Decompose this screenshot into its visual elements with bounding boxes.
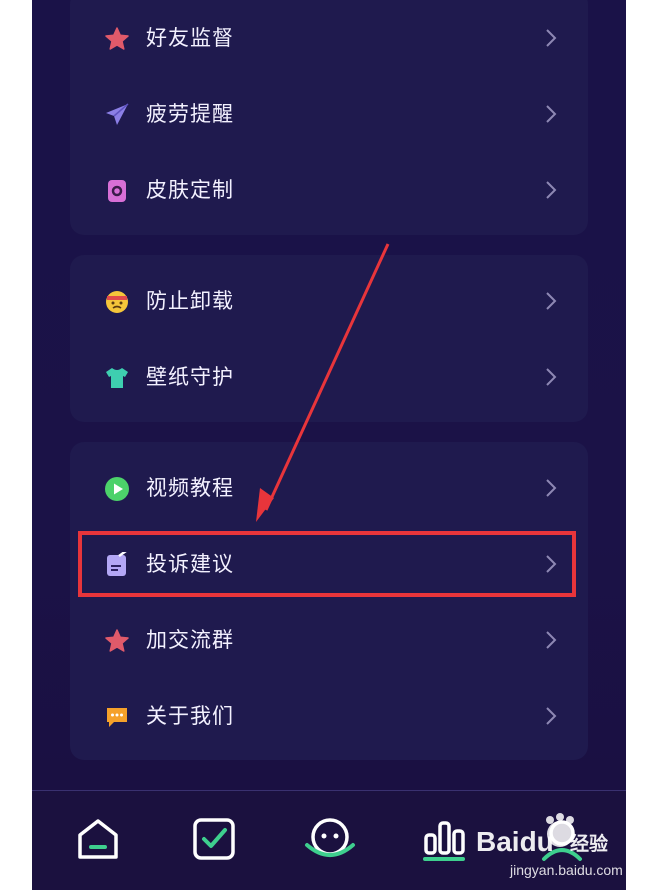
profile-icon[interactable] (538, 815, 586, 863)
chevron-right-icon (544, 367, 558, 387)
phone-screen: 好友监督 疲劳提醒 皮肤定制 防止卸载 壁纸守护 视频教程 投诉建议 加交流群 … (32, 0, 626, 890)
menu-item-about-us[interactable]: 关于我们 (70, 678, 588, 754)
menu-item-label: 疲劳提醒 (146, 102, 234, 126)
menu-item-label: 关于我们 (146, 704, 234, 728)
feedback-icon (104, 552, 130, 578)
chevron-right-icon (544, 291, 558, 311)
menu-item-label: 加交流群 (146, 628, 234, 652)
settings-card-2: 防止卸载 壁纸守护 (70, 255, 588, 422)
chevron-right-icon (544, 554, 558, 574)
menu-item-friend-supervision[interactable]: 好友监督 (70, 0, 588, 76)
chevron-right-icon (544, 104, 558, 124)
menu-item-label: 视频教程 (146, 476, 234, 500)
menu-item-label: 防止卸载 (146, 289, 234, 313)
menu-item-label: 皮肤定制 (146, 178, 234, 202)
paper-plane-icon (104, 102, 130, 128)
menu-item-prevent-uninstall[interactable]: 防止卸载 (70, 263, 588, 339)
stats-icon[interactable] (420, 815, 468, 863)
chevron-right-icon (544, 478, 558, 498)
menu-item-label: 投诉建议 (146, 552, 234, 576)
checklist-icon[interactable] (190, 815, 238, 863)
angry-face-icon (104, 289, 130, 315)
menu-item-feedback[interactable]: 投诉建议 (70, 526, 588, 602)
chevron-right-icon (544, 28, 558, 48)
star-icon (104, 26, 130, 52)
home-icon[interactable] (74, 815, 122, 863)
chevron-right-icon (544, 630, 558, 650)
menu-item-wallpaper-guard[interactable]: 壁纸守护 (70, 339, 588, 415)
skin-icon (104, 178, 130, 204)
menu-item-skin-customization[interactable]: 皮肤定制 (70, 152, 588, 228)
star-icon (104, 628, 130, 654)
chat-bubble-icon (104, 704, 130, 730)
menu-item-label: 好友监督 (146, 26, 234, 50)
planet-icon[interactable] (302, 815, 358, 863)
settings-card-3: 视频教程 投诉建议 加交流群 关于我们 (70, 442, 588, 760)
bottom-navigation (32, 790, 626, 890)
menu-item-fatigue-reminder[interactable]: 疲劳提醒 (70, 76, 588, 152)
play-icon (104, 476, 130, 502)
menu-item-video-tutorial[interactable]: 视频教程 (70, 450, 588, 526)
tshirt-icon (104, 365, 130, 391)
menu-item-label: 壁纸守护 (146, 365, 234, 389)
chevron-right-icon (544, 180, 558, 200)
chevron-right-icon (544, 706, 558, 726)
menu-item-join-group[interactable]: 加交流群 (70, 602, 588, 678)
settings-card-1: 好友监督 疲劳提醒 皮肤定制 (70, 0, 588, 235)
